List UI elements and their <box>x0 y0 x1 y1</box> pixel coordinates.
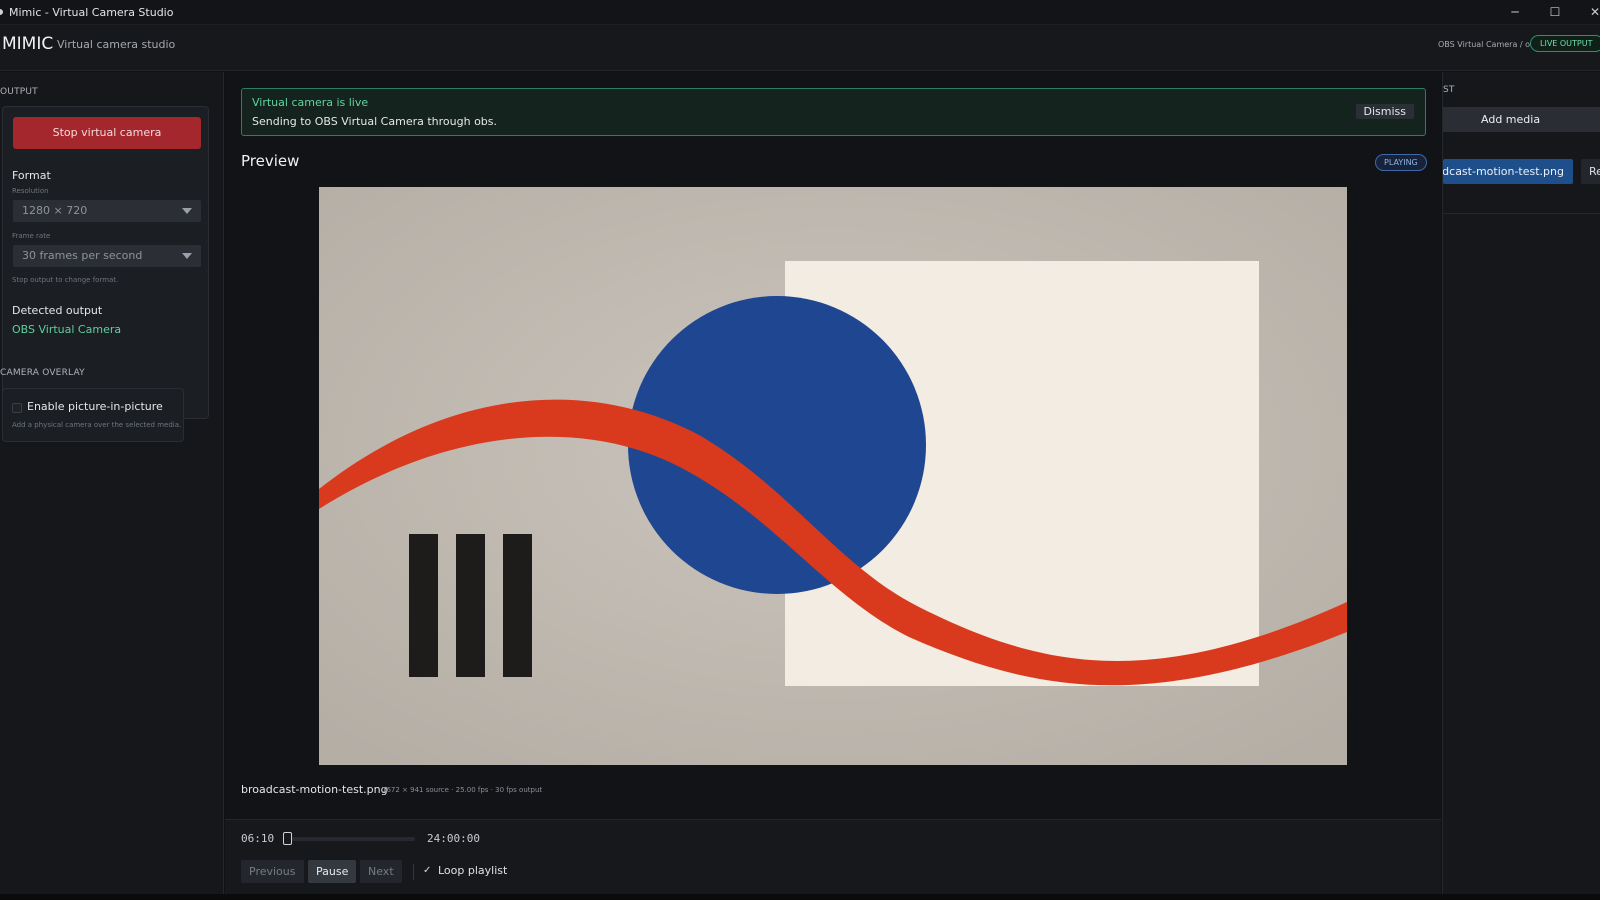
framerate-select[interactable]: 30 frames per second <box>13 245 201 267</box>
pip-label[interactable]: Enable picture-in-picture <box>27 400 163 413</box>
close-icon[interactable]: ✕ <box>1580 3 1600 22</box>
resolution-select[interactable]: 1280 × 720 <box>13 200 201 222</box>
remove-button[interactable]: Re <box>1581 159 1600 184</box>
pip-hint: Add a physical camera over the selected … <box>12 421 182 429</box>
brand-subtitle: Virtual camera studio <box>57 38 176 51</box>
resolution-label: Resolution <box>12 187 49 195</box>
live-alert: Virtual camera is live Sending to OBS Vi… <box>241 88 1426 136</box>
detected-output-value: OBS Virtual Camera <box>12 323 122 336</box>
left-sidebar: OUTPUT Stop virtual camera Format Resolu… <box>0 72 224 894</box>
window-titlebar: Mimic - Virtual Camera Studio ─ ☐ ✕ <box>0 0 1600 25</box>
media-name: broadcast-motion-test.png <box>241 783 388 796</box>
add-media-button[interactable]: Add media <box>1443 107 1600 132</box>
dismiss-button[interactable]: Dismiss <box>1355 104 1414 119</box>
seek-track[interactable] <box>287 837 415 841</box>
total-time: 24:00:00 <box>427 832 480 845</box>
brand-logo: MIMIC <box>2 34 54 54</box>
format-heading: Format <box>12 169 51 182</box>
preview-bar <box>503 534 532 677</box>
main-area: Virtual camera is live Sending to OBS Vi… <box>225 72 1441 894</box>
seek-thumb[interactable] <box>282 832 292 845</box>
maximize-icon[interactable]: ☐ <box>1540 3 1570 22</box>
live-output-badge: LIVE OUTPUT <box>1530 35 1600 52</box>
chevron-down-icon <box>182 208 192 214</box>
loop-playlist-label[interactable]: Loop playlist <box>438 864 507 877</box>
previous-button[interactable]: Previous <box>241 860 304 883</box>
app-header: MIMIC Virtual camera studio OBS Virtual … <box>0 25 1600 71</box>
framerate-value: 30 frames per second <box>22 249 143 262</box>
output-target: OBS Virtual Camera / obs <box>1438 40 1540 49</box>
media-meta: 1672 × 941 source · 25.00 fps · 30 fps o… <box>382 786 543 794</box>
alert-title: Virtual camera is live <box>252 96 369 109</box>
playback-status-badge: PLAYING <box>1375 154 1427 171</box>
playlist-panel: ST Add media oadcast-motion-test.png Re <box>1442 72 1600 894</box>
pip-checkbox[interactable] <box>12 403 22 413</box>
preview-image <box>319 187 1347 765</box>
next-button[interactable]: Next <box>360 860 402 883</box>
bottom-edge <box>0 894 1600 900</box>
output-section-label: OUTPUT <box>0 87 38 97</box>
window-title: Mimic - Virtual Camera Studio <box>9 6 174 19</box>
transport-divider <box>413 864 414 880</box>
preview-title: Preview <box>241 152 300 170</box>
loop-playlist-checkbox[interactable]: ✓ <box>423 865 431 876</box>
current-time: 06:10 <box>241 832 275 845</box>
playlist-item-label: oadcast-motion-test.png <box>1443 165 1564 178</box>
framerate-label: Frame rate <box>12 232 51 240</box>
format-hint: Stop output to change format. <box>12 276 119 284</box>
preview-bar <box>409 534 438 677</box>
app-icon <box>0 9 3 15</box>
playlist-divider <box>1443 213 1600 214</box>
playlist-item[interactable]: oadcast-motion-test.png <box>1443 159 1573 184</box>
camera-overlay-card: Enable picture-in-picture Add a physical… <box>2 388 184 442</box>
preview-canvas <box>319 187 1347 765</box>
transport-bar: 06:10 24:00:00 Previous Pause Next ✓ Loo… <box>225 819 1441 894</box>
resolution-value: 1280 × 720 <box>22 204 88 217</box>
minimize-icon[interactable]: ─ <box>1500 3 1530 22</box>
chevron-down-icon <box>182 253 192 259</box>
detected-output-heading: Detected output <box>12 304 103 317</box>
preview-bar <box>456 534 485 677</box>
camera-overlay-section-label: CAMERA OVERLAY <box>0 368 85 378</box>
playlist-section-label: ST <box>1443 85 1455 95</box>
pause-button[interactable]: Pause <box>308 860 357 883</box>
alert-message: Sending to OBS Virtual Camera through ob… <box>252 115 498 128</box>
stop-virtual-camera-button[interactable]: Stop virtual camera <box>13 117 201 149</box>
